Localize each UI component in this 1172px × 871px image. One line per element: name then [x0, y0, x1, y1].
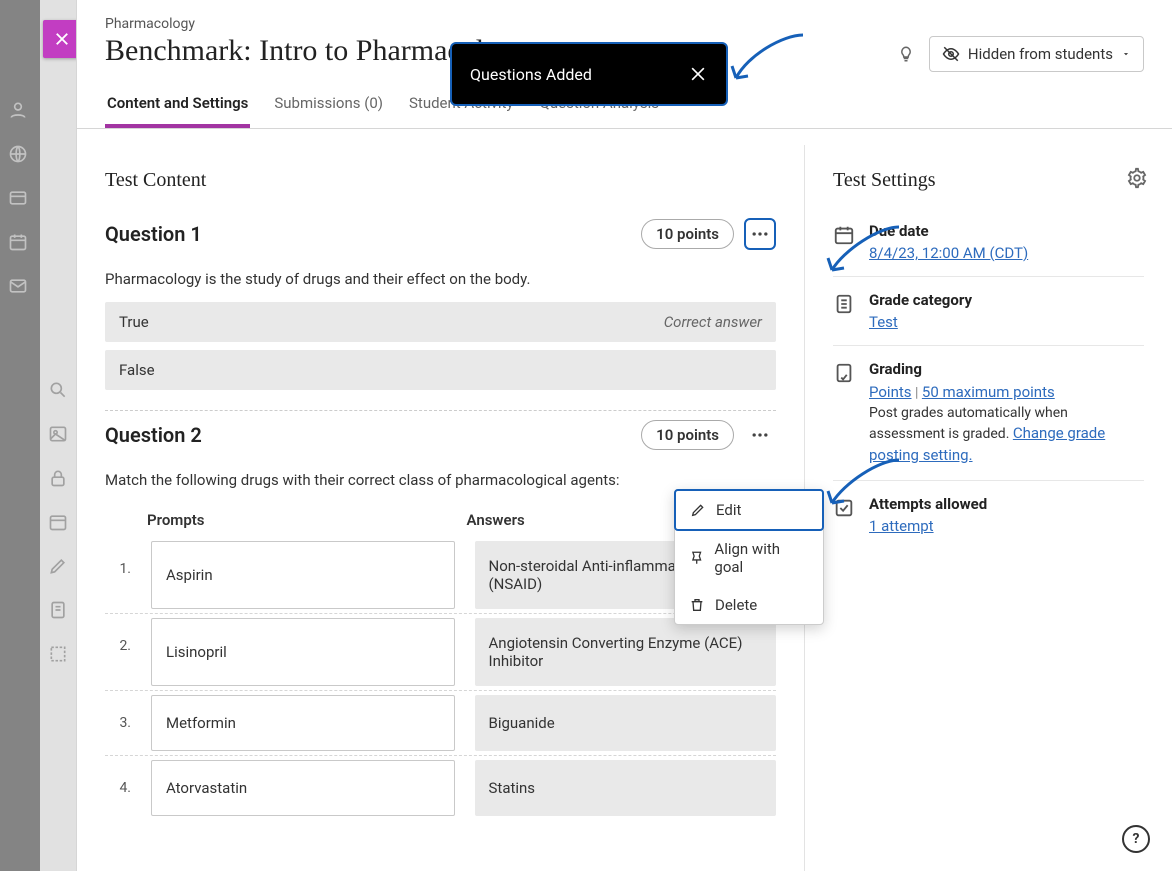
option-false: False	[105, 350, 776, 390]
question-1-menu-button[interactable]	[744, 218, 776, 250]
question-2-menu-button[interactable]	[744, 419, 776, 451]
prompt-cell: Atorvastatin	[151, 760, 455, 816]
prompt-cell: Metformin	[151, 695, 455, 751]
question-title: Question 1	[105, 222, 202, 246]
hidden-icon	[942, 45, 960, 63]
question-context-menu: Edit Align with goal Delete	[674, 489, 824, 625]
attempts-link[interactable]: 1 attempt	[869, 517, 934, 535]
edit-icon	[690, 502, 706, 518]
calendar-icon	[833, 224, 855, 246]
course-nav	[48, 380, 72, 664]
calendar-icon[interactable]	[8, 232, 28, 252]
attempts-icon	[833, 497, 855, 519]
category-icon	[833, 293, 855, 315]
settings-gear-icon[interactable]	[1126, 167, 1148, 189]
grade-category-label: Grade category	[869, 291, 972, 309]
menu-align-with-goal[interactable]: Align with goal	[675, 530, 823, 586]
test-content-heading: Test Content	[105, 169, 776, 192]
grading-icon	[833, 362, 855, 384]
toast-message: Questions Added	[470, 65, 592, 84]
caret-down-icon	[1121, 49, 1131, 59]
answer-cell: Biguanide	[475, 695, 777, 751]
prompt-cell: Aspirin	[151, 541, 455, 609]
answer-cell: Statins	[475, 760, 777, 816]
due-date-link[interactable]: 8/4/23, 12:00 AM (CDT)	[869, 244, 1028, 262]
crop-icon[interactable]	[48, 644, 68, 664]
question-1: Question 1 10 points Pharmacology is the…	[105, 218, 776, 390]
menu-delete[interactable]: Delete	[675, 586, 823, 624]
breadcrumb[interactable]: Pharmacology	[105, 16, 1144, 32]
answer-cell: Angiotensin Converting Enzyme (ACE) Inhi…	[475, 618, 777, 686]
match-row: 3. Metformin Biguanide	[105, 691, 776, 756]
hint-icon[interactable]	[897, 45, 915, 63]
lock-icon[interactable]	[48, 468, 68, 488]
pencil-icon[interactable]	[48, 556, 68, 576]
help-button[interactable]: ?	[1122, 825, 1150, 853]
toast-close-icon[interactable]	[688, 64, 708, 84]
tab-submissions[interactable]: Submissions (0)	[272, 86, 385, 128]
match-row: 4. Atorvastatin Statins	[105, 756, 776, 820]
visibility-select[interactable]: Hidden from students	[929, 36, 1144, 72]
correct-answer-label: Correct answer	[664, 313, 762, 331]
visibility-label: Hidden from students	[968, 45, 1113, 63]
prompts-header: Prompts	[105, 503, 457, 537]
due-date-label: Due date	[869, 222, 1028, 240]
global-nav	[8, 100, 32, 296]
menu-edit[interactable]: Edit	[674, 489, 824, 531]
grading-max-link[interactable]: 50 maximum points	[922, 383, 1055, 401]
question-text: Pharmacology is the study of drugs and t…	[105, 270, 776, 288]
option-true: True Correct answer	[105, 302, 776, 342]
person-icon[interactable]	[8, 100, 28, 120]
grading-label: Grading	[869, 360, 1144, 378]
search-icon[interactable]	[48, 380, 68, 400]
settings-heading: Test Settings	[833, 169, 1144, 192]
mail-icon[interactable]	[8, 276, 28, 296]
trash-icon	[689, 597, 705, 613]
doc-icon[interactable]	[48, 600, 68, 620]
match-row: 2. Lisinopril Angiotensin Converting Enz…	[105, 614, 776, 691]
tab-content-settings[interactable]: Content and Settings	[105, 86, 250, 128]
toast-questions-added: Questions Added	[450, 42, 728, 106]
grading-points-link[interactable]: Points	[869, 383, 912, 401]
grade-category-link[interactable]: Test	[869, 313, 898, 331]
test-settings-panel: Test Settings Due date 8/4/23, 12:00 AM …	[804, 145, 1172, 871]
prompt-cell: Lisinopril	[151, 618, 455, 686]
calendar2-icon[interactable]	[48, 512, 68, 532]
globe-icon[interactable]	[8, 144, 28, 164]
points-badge[interactable]: 10 points	[641, 420, 734, 450]
points-badge[interactable]: 10 points	[641, 219, 734, 249]
goal-icon	[689, 550, 704, 566]
attempts-label: Attempts allowed	[869, 495, 987, 513]
image-icon[interactable]	[48, 424, 68, 444]
question-text: Match the following drugs with their cor…	[105, 471, 776, 489]
card-icon[interactable]	[8, 188, 28, 208]
question-title: Question 2	[105, 423, 202, 447]
